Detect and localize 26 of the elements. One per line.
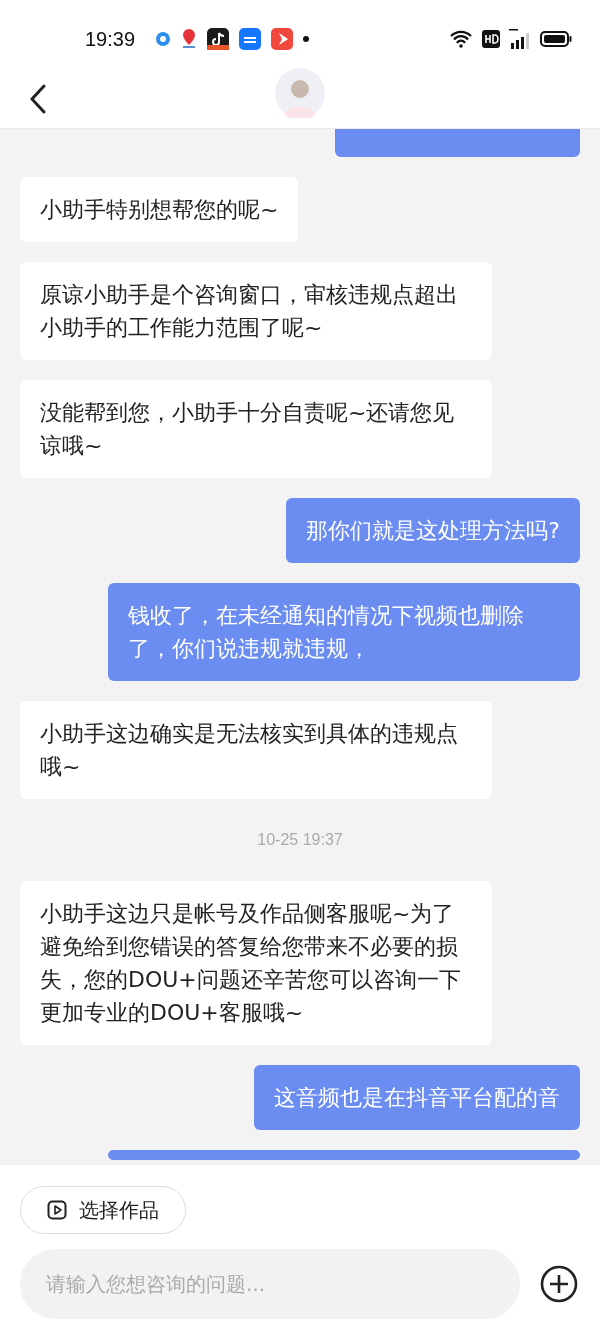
status-time: 19:39 xyxy=(85,27,136,51)
message-input[interactable]: 请输入您想咨询的问题... xyxy=(20,1249,520,1319)
lines-app-icon xyxy=(239,28,262,50)
message-bubble: 小助手特别想帮您的呢~ xyxy=(20,177,299,242)
play-app-icon xyxy=(271,28,294,50)
message-bubble: 小助手这边确实是无法核实到具体的违规点哦~ xyxy=(20,701,492,799)
message-bubble: 那你们就是这处理方法吗? xyxy=(286,498,580,563)
back-icon[interactable] xyxy=(30,84,46,114)
avatar-icon xyxy=(275,68,325,118)
plus-icon[interactable] xyxy=(540,1265,578,1303)
play-icon xyxy=(47,1200,67,1220)
timestamp: 10-25 19:37 xyxy=(257,831,343,849)
message-bubble: 这音频也是在抖音平台配的音 xyxy=(254,1065,580,1130)
dot-icon xyxy=(303,36,310,42)
message-bubble: 原谅小助手是个咨询窗口，审核违规点超出小助手的工作能力范围了呢~ xyxy=(20,262,492,360)
message-bubble: 小助手这边只是帐号及作品侧客服呢~为了避免给到您错误的答复给您带来不必要的损失，您的DOU+问题还辛苦您可以咨询一下更加专业的DOU+客服哦~ xyxy=(20,881,492,1045)
message-bubble: 钱收了，在未经通知的情况下视频也删除了，你们说违规就违规， xyxy=(108,583,580,681)
signal-icon xyxy=(509,29,531,49)
hd-icon xyxy=(482,30,500,48)
map-pin-icon xyxy=(181,28,198,50)
message-bubble: 没能帮到您，小助手十分自责呢~还请您见谅哦~ xyxy=(20,380,492,478)
battery-icon xyxy=(540,31,572,47)
circle-app-icon xyxy=(155,31,172,47)
wifi-icon xyxy=(449,30,473,48)
music-note-app-icon xyxy=(207,28,230,50)
select-work-button[interactable]: 选择作品 xyxy=(20,1186,186,1234)
